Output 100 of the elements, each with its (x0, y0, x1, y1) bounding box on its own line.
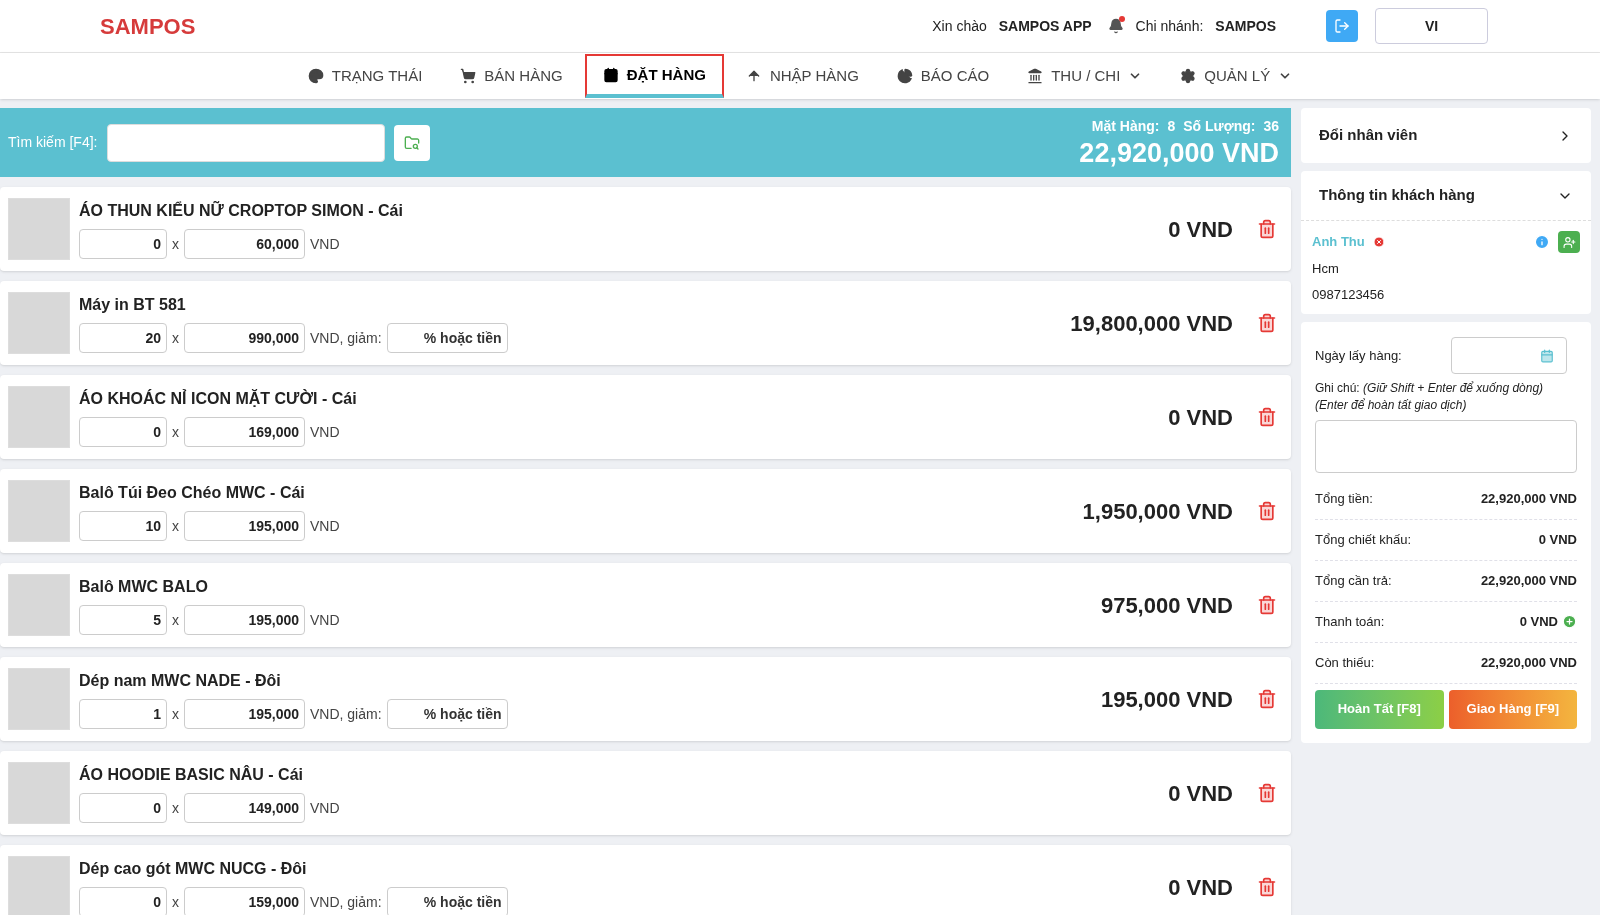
pickup-label: Ngày lấy hàng: (1315, 346, 1402, 365)
delete-button[interactable] (1257, 501, 1277, 521)
branch-label: Chi nhánh: (1135, 16, 1204, 36)
nav-tab[interactable]: BÁO CÁO (880, 54, 1006, 98)
quantity-field[interactable]: 10 (79, 511, 167, 541)
summary-value: 0 VND (1519, 612, 1558, 631)
trash-icon (1257, 877, 1277, 897)
delete-button[interactable] (1257, 783, 1277, 803)
discount-field[interactable]: % hoặc tiền (386, 323, 508, 353)
settings-icon (1180, 68, 1197, 84)
quantity-field[interactable]: 20 (79, 323, 167, 353)
delete-button[interactable] (1257, 595, 1277, 615)
price-field[interactable]: 169,000 (184, 417, 305, 447)
order-total: 22,920,000 VND (1079, 137, 1279, 169)
quantity-label: Số Lượng: (1183, 117, 1256, 136)
summary-value: 22,920,000 VND (1480, 489, 1577, 508)
times-sign: x (172, 516, 179, 536)
quantity-field[interactable]: 0 (79, 793, 167, 823)
line-total: 975,000 VND (1100, 591, 1233, 620)
quantity-field[interactable]: 0 (79, 229, 167, 259)
items-label: Mặt Hàng: (1091, 117, 1160, 136)
summary-value: 22,920,000 VND (1480, 571, 1577, 590)
delete-button[interactable] (1257, 407, 1277, 427)
delete-button[interactable] (1257, 689, 1277, 709)
summary-label: Tổng cần trả: (1315, 571, 1392, 590)
search-label: Tìm kiếm [F4]: (8, 133, 98, 152)
photo-placeholder (8, 386, 70, 448)
search-button[interactable] (394, 124, 431, 161)
item-name: ÁO KHOÁC NỈ ICON MẶT CƯỜI - Cái (79, 388, 357, 409)
summary-label: Tổng chiết khấu: (1315, 530, 1412, 549)
pie-chart-icon (896, 68, 913, 84)
language-button[interactable]: VI (1375, 8, 1488, 44)
quantity-field[interactable]: 0 (79, 887, 167, 915)
item-name: Balô Túi Đeo Chéo MWC - Cái (79, 483, 306, 503)
photo-placeholder (8, 198, 70, 260)
unit-label: VND, giảm: (310, 892, 382, 912)
palette-icon (307, 68, 324, 84)
quantity-count: 36 (1263, 117, 1279, 136)
customer-address: Hcm (1312, 260, 1340, 278)
price-field[interactable]: 159,000 (184, 887, 305, 915)
quantity-field[interactable]: 5 (79, 605, 167, 635)
price-field[interactable]: 60,000 (184, 229, 305, 259)
search-field[interactable] (107, 123, 386, 162)
summary-label: Tổng tiền: (1315, 489, 1373, 508)
price-field[interactable]: 195,000 (184, 699, 305, 729)
quantity-field[interactable]: 0 (79, 417, 167, 447)
item-name: Máy in BT 581 (79, 295, 187, 315)
trash-icon (1257, 689, 1277, 709)
nav-tab[interactable]: QUẢN LÝ (1164, 54, 1309, 98)
nav-tab[interactable]: NHẬP HÀNG (729, 54, 875, 98)
photo-placeholder (8, 574, 70, 636)
nav-tab[interactable]: TRẠNG THÁI (291, 54, 439, 98)
trash-icon (1257, 501, 1277, 521)
price-field[interactable]: 195,000 (184, 605, 305, 635)
trash-icon (1257, 313, 1277, 333)
trash-icon (1257, 783, 1277, 803)
line-total: 19,800,000 VND (1070, 309, 1233, 338)
discount-field[interactable]: % hoặc tiền (386, 699, 508, 729)
summary-value: 0 VND (1538, 530, 1577, 549)
unit-label: VND (310, 422, 340, 442)
notification-button[interactable] (1107, 18, 1124, 34)
delete-button[interactable] (1257, 877, 1277, 897)
delete-button[interactable] (1257, 313, 1277, 333)
photo-placeholder (8, 480, 70, 542)
line-total: 0 VND (1168, 779, 1233, 808)
unit-label: VND (310, 610, 340, 630)
line-total: 0 VND (1168, 403, 1233, 432)
item-name: Balô MWC BALO (79, 577, 209, 597)
calendar-icon (1540, 348, 1554, 363)
delete-button[interactable] (1257, 219, 1277, 239)
nav-tab[interactable]: ĐẶT HÀNG (584, 54, 724, 98)
calendar-icon (602, 67, 619, 83)
photo-placeholder (8, 856, 70, 915)
note-field[interactable] (1315, 420, 1577, 473)
line-total: 0 VND (1168, 873, 1233, 902)
summary-value: 22,920,000 VND (1480, 653, 1577, 672)
note-label: Ghi chú: (Giữ Shift + Enter để xuống dòng) (Enter để hoàn tất giao dịch) (1315, 380, 1545, 414)
customer-title: Thông tin khách hàng (1319, 185, 1475, 206)
nav-tab[interactable]: THU / CHI (1011, 54, 1159, 98)
price-field[interactable]: 990,000 (184, 323, 305, 353)
branch-name: SAMPOS (1215, 16, 1276, 36)
remove-icon (1372, 236, 1385, 248)
price-field[interactable]: 195,000 (184, 511, 305, 541)
times-sign: x (172, 422, 179, 442)
line-total: 195,000 VND (1100, 685, 1233, 714)
pickup-date-field[interactable] (1451, 337, 1567, 374)
add-customer-button[interactable] (1558, 231, 1580, 253)
logo: SAMPOS (100, 12, 196, 41)
discount-field[interactable]: % hoặc tiền (386, 887, 508, 915)
photo-placeholder (8, 292, 70, 354)
times-sign: x (172, 610, 179, 630)
item-name: ÁO THUN KIỂU NỮ CROPTOP SIMON - Cái (79, 200, 403, 221)
photo-placeholder (8, 762, 70, 824)
quantity-field[interactable]: 1 (79, 699, 167, 729)
price-field[interactable]: 149,000 (184, 793, 305, 823)
staff-card[interactable]: Đổi nhân viên (1301, 108, 1591, 163)
nav-tab[interactable]: BÁN HÀNG (444, 54, 579, 98)
search-icon (404, 134, 421, 151)
logout-icon (1334, 18, 1350, 34)
cart-icon (460, 68, 477, 84)
